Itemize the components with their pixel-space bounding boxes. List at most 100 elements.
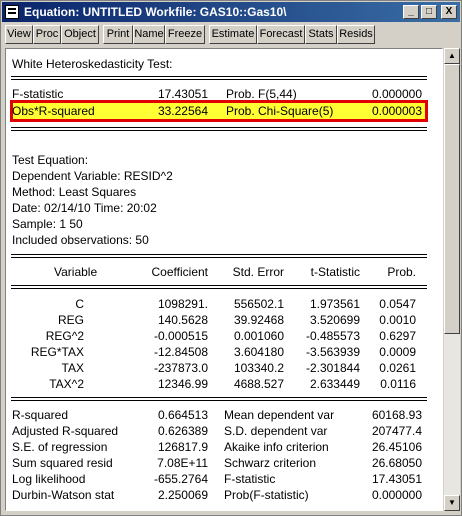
close-button[interactable]: X <box>441 5 457 19</box>
column-header: Coefficient <box>151 265 208 279</box>
title-bar[interactable]: Equation: UNTITLED Workfile: GAS10::Gas1… <box>2 2 460 22</box>
estimate-button[interactable]: Estimate <box>209 25 257 44</box>
stat-value: 0.664513 <box>157 408 208 422</box>
scroll-thumb[interactable] <box>444 64 460 334</box>
prob: 0.0009 <box>379 345 416 359</box>
std-error: 39.92468 <box>233 313 284 327</box>
std-error: 556502.1 <box>233 297 284 311</box>
equation-line: Method: Least Squares <box>12 185 137 199</box>
maximize-button[interactable]: □ <box>421 5 437 19</box>
column-header: t-Statistic <box>310 265 360 279</box>
t-statistic: 3.520699 <box>309 313 360 327</box>
stat-value: 126817.9 <box>157 440 208 454</box>
scroll-down-arrow-icon[interactable]: ▼ <box>444 495 460 511</box>
stat-label: F-statistic <box>224 472 276 486</box>
equation-window: Equation: UNTITLED Workfile: GAS10::Gas1… <box>0 0 462 516</box>
stat-label: Schwarz criterion <box>224 456 317 470</box>
stat-label: Adjusted R-squared <box>12 424 119 438</box>
stat-value: 2.250069 <box>157 488 208 502</box>
stat-value: 0.626389 <box>157 424 208 438</box>
equation-line: Dependent Variable: RESID^2 <box>12 169 173 183</box>
coefficient: 12346.99 <box>157 377 208 391</box>
std-error: 3.604180 <box>233 345 284 359</box>
stat-label: Mean dependent var <box>224 408 335 422</box>
object-button[interactable]: Object <box>61 25 99 44</box>
divider <box>11 79 427 80</box>
stat-label: Log likelihood <box>12 472 86 486</box>
stat-label: Prob(F-statistic) <box>224 488 309 502</box>
toolbar: View Proc Object Print Name Freeze Estim… <box>3 25 459 45</box>
column-header: Prob. <box>387 265 416 279</box>
coefficient: 1098291. <box>157 297 208 311</box>
t-statistic: -0.485573 <box>305 329 360 343</box>
divider <box>11 127 427 128</box>
std-error: 4688.527 <box>233 377 284 391</box>
equation-line: Test Equation: <box>12 153 89 167</box>
freeze-button[interactable]: Freeze <box>165 25 205 44</box>
variable-name: REG*TAX <box>30 345 84 359</box>
stat-label: Durbin-Watson stat <box>12 488 115 502</box>
equation-line: Included observations: 50 <box>12 233 149 247</box>
stat-value: 60168.93 <box>371 408 422 422</box>
divider <box>11 257 427 258</box>
stat-value: 26.68050 <box>371 456 422 470</box>
divider <box>11 254 427 255</box>
proc-button[interactable]: Proc <box>33 25 61 44</box>
coefficient: -0.000515 <box>153 329 208 343</box>
divider <box>11 400 427 401</box>
t-statistic: -2.301844 <box>305 361 360 375</box>
prob: 0.0261 <box>379 361 416 375</box>
test-value: 17.43051 <box>157 87 208 101</box>
name-button[interactable]: Name <box>133 25 165 44</box>
variable-name: TAX^2 <box>49 377 84 391</box>
stat-value: 7.08E+11 <box>157 456 208 470</box>
prob: 0.0010 <box>379 313 416 327</box>
test-prob-value: 0.000000 <box>371 87 422 101</box>
print-button[interactable]: Print <box>103 25 133 44</box>
divider <box>11 130 427 131</box>
test-prob-label: Prob. Chi-Square(5) <box>226 104 334 118</box>
column-header: Std. Error <box>232 265 284 279</box>
std-error: 0.001060 <box>233 329 284 343</box>
stat-value: 0.000000 <box>371 488 422 502</box>
equation-line: Sample: 1 50 <box>12 217 83 231</box>
stat-label: S.E. of regression <box>12 440 108 454</box>
output-pane[interactable]: White Heteroskedasticity Test: F-statist… <box>5 48 443 511</box>
divider <box>11 76 427 77</box>
column-header: Variable <box>54 265 98 279</box>
prob: 0.6297 <box>379 329 416 343</box>
stat-label: S.D. dependent var <box>224 424 328 438</box>
stat-label: R-squared <box>12 408 69 422</box>
forecast-button[interactable]: Forecast <box>257 25 305 44</box>
std-error: 103340.2 <box>233 361 284 375</box>
test-value: 33.22564 <box>157 104 208 118</box>
minimize-button[interactable]: _ <box>403 5 419 19</box>
coefficient: -237873.0 <box>153 361 208 375</box>
prob: 0.0116 <box>380 377 416 391</box>
t-statistic: 2.633449 <box>309 377 360 391</box>
variable-name: REG^2 <box>45 329 84 343</box>
view-button[interactable]: View <box>5 25 33 44</box>
variable-name: C <box>75 297 84 311</box>
divider <box>11 288 427 289</box>
resids-button[interactable]: Resids <box>337 25 375 44</box>
stat-value: 207477.4 <box>371 424 422 438</box>
divider <box>11 397 427 398</box>
scroll-up-arrow-icon[interactable]: ▲ <box>444 48 460 64</box>
test-prob-value: 0.000003 <box>371 104 422 118</box>
stats-button[interactable]: Stats <box>305 25 337 44</box>
vertical-scrollbar[interactable]: ▲ ▼ <box>444 48 460 511</box>
stat-value: 17.43051 <box>371 472 422 486</box>
variable-name: REG <box>57 313 84 327</box>
prob: 0.0547 <box>379 297 416 311</box>
coefficient: 140.5628 <box>157 313 208 327</box>
divider <box>11 285 427 286</box>
equation-line: Date: 02/14/10 Time: 20:02 <box>12 201 157 215</box>
equation-window-icon[interactable] <box>5 5 19 19</box>
t-statistic: 1.973561 <box>309 297 360 311</box>
window-title: Equation: UNTITLED Workfile: GAS10::Gas1… <box>24 5 287 19</box>
test-title: White Heteroskedasticity Test: <box>12 57 173 71</box>
variable-name: TAX <box>61 361 84 375</box>
stat-label: Sum squared resid <box>12 456 113 470</box>
test-prob-label: Prob. F(5,44) <box>226 87 297 101</box>
